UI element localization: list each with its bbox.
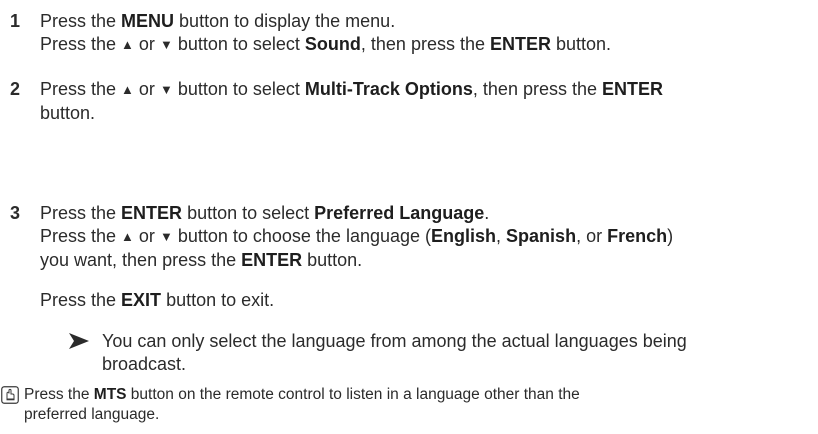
text: button to exit. xyxy=(161,290,275,310)
enter-button-label: ENTER xyxy=(602,79,664,99)
preferred-language-label: Preferred Language xyxy=(314,203,485,223)
spanish-label: Spanish xyxy=(506,226,577,246)
step-body: Press the ENTER button to select Preferr… xyxy=(40,202,810,272)
text: . xyxy=(484,203,490,223)
text: button to select xyxy=(172,79,305,99)
text: button on the remote control to listen i… xyxy=(126,386,580,403)
step-line: button. xyxy=(40,103,96,123)
english-label: English xyxy=(431,226,497,246)
text: Press the xyxy=(40,34,122,54)
remote-note-line: preferred language. xyxy=(24,406,160,423)
manual-page: 1 Press the MENU button to display the m… xyxy=(0,0,818,434)
text: button. xyxy=(302,250,363,270)
exit-button-label: EXIT xyxy=(121,290,162,310)
text: , or xyxy=(576,226,608,246)
text: button to select xyxy=(172,34,305,54)
up-arrow-icon: ▲ xyxy=(121,37,134,52)
text: or xyxy=(133,79,160,99)
text: Press the xyxy=(40,290,122,310)
down-arrow-icon: ▼ xyxy=(159,82,173,97)
step-number: 3 xyxy=(10,203,21,223)
text: Press the xyxy=(40,79,122,99)
text: ) xyxy=(667,226,674,246)
text: , then press the xyxy=(360,34,490,54)
up-arrow-icon: ▲ xyxy=(121,82,134,97)
text: button to display the menu. xyxy=(174,11,396,31)
step-number: 2 xyxy=(10,79,21,99)
step-body: Press the MENU button to display the men… xyxy=(40,10,810,57)
enter-button-label: ENTER xyxy=(241,250,303,270)
arrowhead-icon xyxy=(69,333,89,349)
remote-hand-icon xyxy=(1,386,19,404)
text: Press the xyxy=(40,203,122,223)
step-line: Press the MENU button to display the men… xyxy=(40,10,810,33)
step-line: Press the ENTER button to select Preferr… xyxy=(40,202,810,225)
step-body: Press the ▲ or ▼ button to select Multi-… xyxy=(40,78,810,125)
text: or xyxy=(133,34,160,54)
multi-track-options-label: Multi-Track Options xyxy=(304,79,473,99)
text: or xyxy=(133,226,160,246)
enter-button-label: ENTER xyxy=(121,203,183,223)
text: Press the xyxy=(40,11,122,31)
sound-label: Sound xyxy=(304,34,361,54)
down-arrow-icon: ▼ xyxy=(159,229,173,244)
menu-button-label: MENU xyxy=(121,11,175,31)
text: Press the xyxy=(40,226,122,246)
text: , then press the xyxy=(472,79,602,99)
text: you want, then press the xyxy=(40,250,242,270)
remote-note-line: Press the MTS button on the remote contr… xyxy=(24,385,744,405)
remote-note-text: Press the MTS button on the remote contr… xyxy=(24,385,744,425)
up-arrow-icon: ▲ xyxy=(121,229,134,244)
french-label: French xyxy=(607,226,668,246)
step-line: Press the ▲ or ▼ button to select Multi-… xyxy=(40,78,810,102)
mts-button-label: MTS xyxy=(93,386,127,403)
text: button. xyxy=(551,34,612,54)
note-line: broadcast. xyxy=(102,354,187,374)
step-line: Press the ▲ or ▼ button to select Sound,… xyxy=(40,33,810,57)
note-text: You can only select the language from am… xyxy=(102,330,762,376)
text: button to select xyxy=(182,203,315,223)
step-line: Press the ▲ or ▼ button to choose the la… xyxy=(40,225,810,249)
note-line: You can only select the language from am… xyxy=(102,331,687,351)
step-line: you want, then press the ENTER button. xyxy=(40,249,810,272)
step-number: 1 xyxy=(10,11,21,31)
text: button to choose the language ( xyxy=(172,226,432,246)
text: Press the xyxy=(24,386,94,403)
enter-button-label: ENTER xyxy=(489,34,551,54)
down-arrow-icon: ▼ xyxy=(159,37,173,52)
exit-instruction: Press the EXIT button to exit. xyxy=(40,289,274,312)
text: , xyxy=(496,226,507,246)
